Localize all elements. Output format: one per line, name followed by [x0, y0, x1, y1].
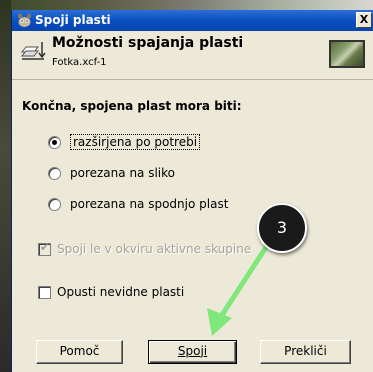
image-thumbnail — [329, 40, 365, 68]
active-group-checkbox: ✔ — [38, 241, 51, 256]
option-expanded-label: razširjena po potrebi — [70, 134, 201, 150]
cancel-button-label: Prekliči — [284, 344, 327, 358]
close-icon: X — [359, 13, 369, 26]
merge-layers-icon — [20, 42, 46, 60]
option-clip-to-image-label: porezana na sliko — [70, 166, 175, 180]
gimp-icon — [18, 13, 31, 27]
discard-invisible-label: Opusti nevidne plasti — [57, 285, 185, 299]
active-group-label: Spoji le v okviru aktivne skupine — [57, 242, 252, 256]
close-button[interactable]: X — [356, 12, 372, 28]
checkmark-icon: ✔ — [40, 241, 50, 254]
merge-button-label: Spoji — [177, 344, 208, 358]
background-strip-left — [0, 0, 11, 372]
dialog-header: Možnosti spajanja plasti Fotka.xcf-1 — [12, 31, 373, 80]
help-button[interactable]: Pomoč — [36, 340, 123, 364]
radio-clip-to-bottom-layer[interactable] — [48, 198, 61, 211]
dialog-heading: Možnosti spajanja plasti — [52, 35, 244, 51]
cancel-button[interactable]: Prekliči — [260, 340, 351, 364]
discard-invisible-checkbox[interactable] — [38, 286, 51, 299]
help-button-label: Pomoč — [59, 344, 100, 358]
title-bar[interactable]: Spoji plasti X — [12, 10, 373, 31]
merge-button[interactable]: Spoji — [148, 340, 237, 364]
image-name: Fotka.xcf-1 — [52, 57, 107, 68]
window-title: Spoji plasti — [35, 13, 111, 27]
step-number-badge: 3 — [257, 203, 307, 253]
section-label: Končna, spojena plast mora biti: — [22, 99, 242, 113]
radio-expanded[interactable] — [48, 136, 61, 149]
option-clip-to-bottom-layer-label: porezana na spodnjo plast — [70, 197, 229, 211]
merge-layers-dialog: Spoji plasti X Možnosti spajanja plasti … — [11, 10, 373, 372]
background-strip-top — [0, 0, 373, 10]
radio-clip-to-image[interactable] — [48, 167, 61, 180]
